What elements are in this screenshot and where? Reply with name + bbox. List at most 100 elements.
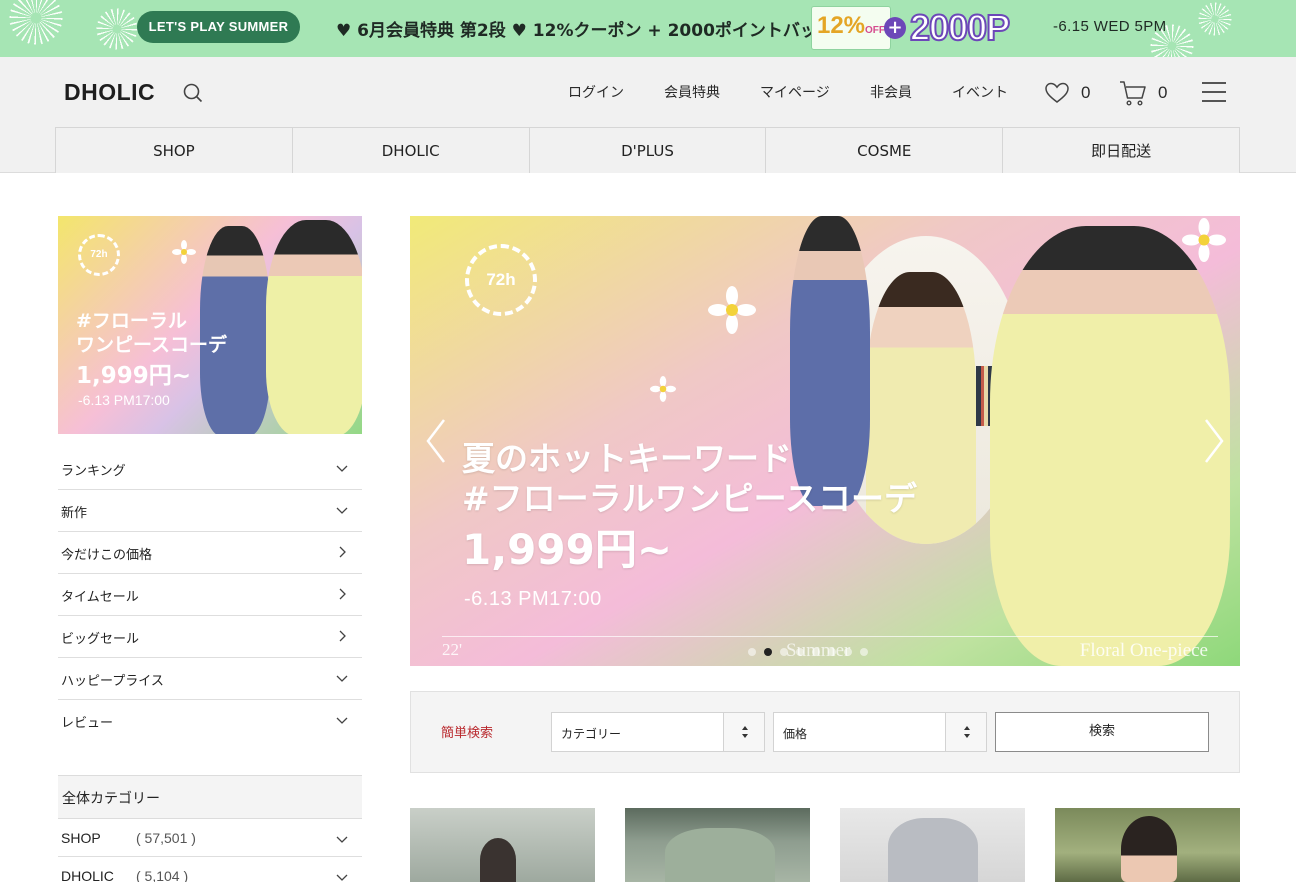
daisy-icon (650, 376, 676, 402)
nav-login[interactable]: ログイン (568, 82, 624, 102)
timer-icon: 72h (78, 234, 120, 276)
chevron-left-icon[interactable] (422, 416, 452, 466)
model-figure (665, 828, 775, 882)
side-item-label: 新作 (61, 506, 88, 521)
firework-decoration (1198, 2, 1232, 36)
side-banner-line1: #フローラル (76, 310, 187, 332)
promo-pill: LET'S PLAY SUMMER (137, 11, 300, 43)
slide-dot[interactable] (828, 648, 836, 656)
category-row-dholic[interactable]: DHOLIC ( 5,104 ) (58, 857, 362, 882)
chevron-right-icon (339, 546, 346, 558)
side-item-label: レビュー (61, 716, 114, 731)
chevron-down-icon (336, 675, 348, 682)
tab-shop[interactable]: SHOP (56, 128, 293, 173)
side-promo-banner[interactable]: 72h #フローラル ワンピースコーデ 1,999円~ -6.13 PM17:0… (58, 216, 362, 434)
product-thumbnail[interactable] (625, 808, 810, 882)
nav-guest[interactable]: 非会員 (870, 82, 912, 102)
side-item-label: ビッグセール (61, 632, 140, 647)
plus-badge: + (884, 17, 906, 39)
firework-decoration (96, 8, 138, 50)
all-categories-title: 全体カテゴリー (62, 791, 160, 807)
side-item-time-sale[interactable]: タイムセール (58, 574, 362, 616)
search-button[interactable]: 検索 (995, 712, 1209, 752)
price-select-value: 価格 (783, 727, 808, 741)
daisy-icon (172, 240, 196, 264)
nav-member-benefits[interactable]: 会員特典 (664, 82, 720, 102)
model-figure (266, 220, 362, 434)
chevron-right-icon (339, 630, 346, 642)
product-thumbnail[interactable] (410, 808, 595, 882)
category-name: SHOP (61, 830, 101, 846)
side-item-big-sale[interactable]: ビッグセール (58, 616, 362, 658)
hero-footer-year: 22' (442, 640, 463, 659)
chevron-down-icon (336, 465, 348, 472)
model-figure (888, 818, 978, 882)
cart-icon[interactable] (1118, 79, 1148, 107)
select-spinner-icon (723, 713, 764, 751)
tab-same-day-delivery[interactable]: 即日配送 (1003, 128, 1240, 173)
nav-mypage[interactable]: マイページ (760, 82, 830, 102)
slide-dot[interactable] (812, 648, 820, 656)
quick-search-panel: 簡単検索 カテゴリー 価格 検索 (410, 691, 1240, 773)
coupon-value: 12% (816, 12, 866, 39)
category-name: DHOLIC (61, 868, 114, 882)
side-item-label: 今だけこの価格 (61, 548, 153, 563)
tab-dplus[interactable]: D'PLUS (529, 128, 767, 173)
daisy-icon (708, 286, 756, 334)
tab-dholic[interactable]: DHOLIC (292, 128, 530, 173)
quick-search-label: 簡単検索 (441, 726, 494, 741)
heart-icon[interactable] (1044, 81, 1070, 105)
model-figure (790, 216, 870, 506)
promo-headline: ♥ 6月会員特典 第2段 ♥ 12%クーポン + 2000ポイントバック (336, 21, 834, 41)
tab-cosme[interactable]: COSME (766, 128, 1004, 173)
category-count: ( 5,104 ) (136, 868, 189, 882)
slide-dot[interactable] (748, 648, 756, 656)
slide-dot[interactable] (860, 648, 868, 656)
firework-decoration (8, 0, 64, 46)
side-item-label: ランキング (61, 464, 126, 479)
side-item-review[interactable]: レビュー (58, 700, 362, 742)
chevron-down-icon (336, 507, 348, 514)
side-banner-line2: ワンピースコーデ (76, 334, 228, 356)
product-thumbnail[interactable] (1055, 808, 1240, 882)
promo-banner[interactable]: LET'S PLAY SUMMER ♥ 6月会員特典 第2段 ♥ 12%クーポン… (0, 0, 1296, 57)
search-icon[interactable] (182, 82, 204, 104)
chevron-down-icon (336, 836, 348, 843)
side-item-happy-price[interactable]: ハッピープライス (58, 658, 362, 700)
hero-footer-caption: Floral One-piece (1079, 640, 1208, 661)
select-spinner-icon (945, 713, 986, 751)
slide-dot[interactable] (764, 648, 772, 656)
slide-dot[interactable] (780, 648, 788, 656)
coupon-badge: 12%OFF (811, 6, 891, 50)
site-logo[interactable]: DHOLIC (64, 79, 155, 106)
category-select[interactable]: カテゴリー (551, 712, 765, 752)
hero-slider[interactable]: 72h 夏のホットキーワード #フローラルワンピースコーデ 1,999円~ -6… (410, 216, 1240, 666)
side-item-ranking[interactable]: ランキング (58, 448, 362, 490)
points-badge: 2000P (909, 6, 1011, 49)
side-item-label: ハッピープライス (61, 674, 164, 689)
slide-indicators (748, 648, 868, 656)
side-item-special-price[interactable]: 今だけこの価格 (58, 532, 362, 574)
slide-dot[interactable] (844, 648, 852, 656)
chevron-down-icon (336, 874, 348, 881)
side-menu: ランキング 新作 今だけこの価格 タイムセール ビッグセール ハッピープライス … (58, 448, 362, 742)
product-thumbnail[interactable] (840, 808, 1025, 882)
coupon-off: OFF (865, 25, 886, 36)
site-header: DHOLIC ログイン 会員特典 マイページ 非会員 イベント 0 0 SHOP… (0, 57, 1296, 173)
hero-divider (442, 636, 1218, 637)
model-figure (480, 838, 516, 882)
side-item-new[interactable]: 新作 (58, 490, 362, 532)
hamburger-menu-icon[interactable] (1202, 82, 1226, 102)
daisy-icon (1182, 218, 1226, 262)
side-banner-price: 1,999円~ (76, 363, 192, 389)
model-figure (1121, 816, 1177, 882)
side-item-label: タイムセール (61, 590, 139, 605)
cart-count: 0 (1158, 83, 1168, 102)
nav-event[interactable]: イベント (952, 82, 1008, 102)
category-select-value: カテゴリー (561, 727, 622, 741)
chevron-right-icon[interactable] (1198, 416, 1228, 466)
slide-dot[interactable] (796, 648, 804, 656)
category-count: ( 57,501 ) (136, 830, 196, 846)
price-select[interactable]: 価格 (773, 712, 987, 752)
category-row-shop[interactable]: SHOP ( 57,501 ) (58, 819, 362, 857)
